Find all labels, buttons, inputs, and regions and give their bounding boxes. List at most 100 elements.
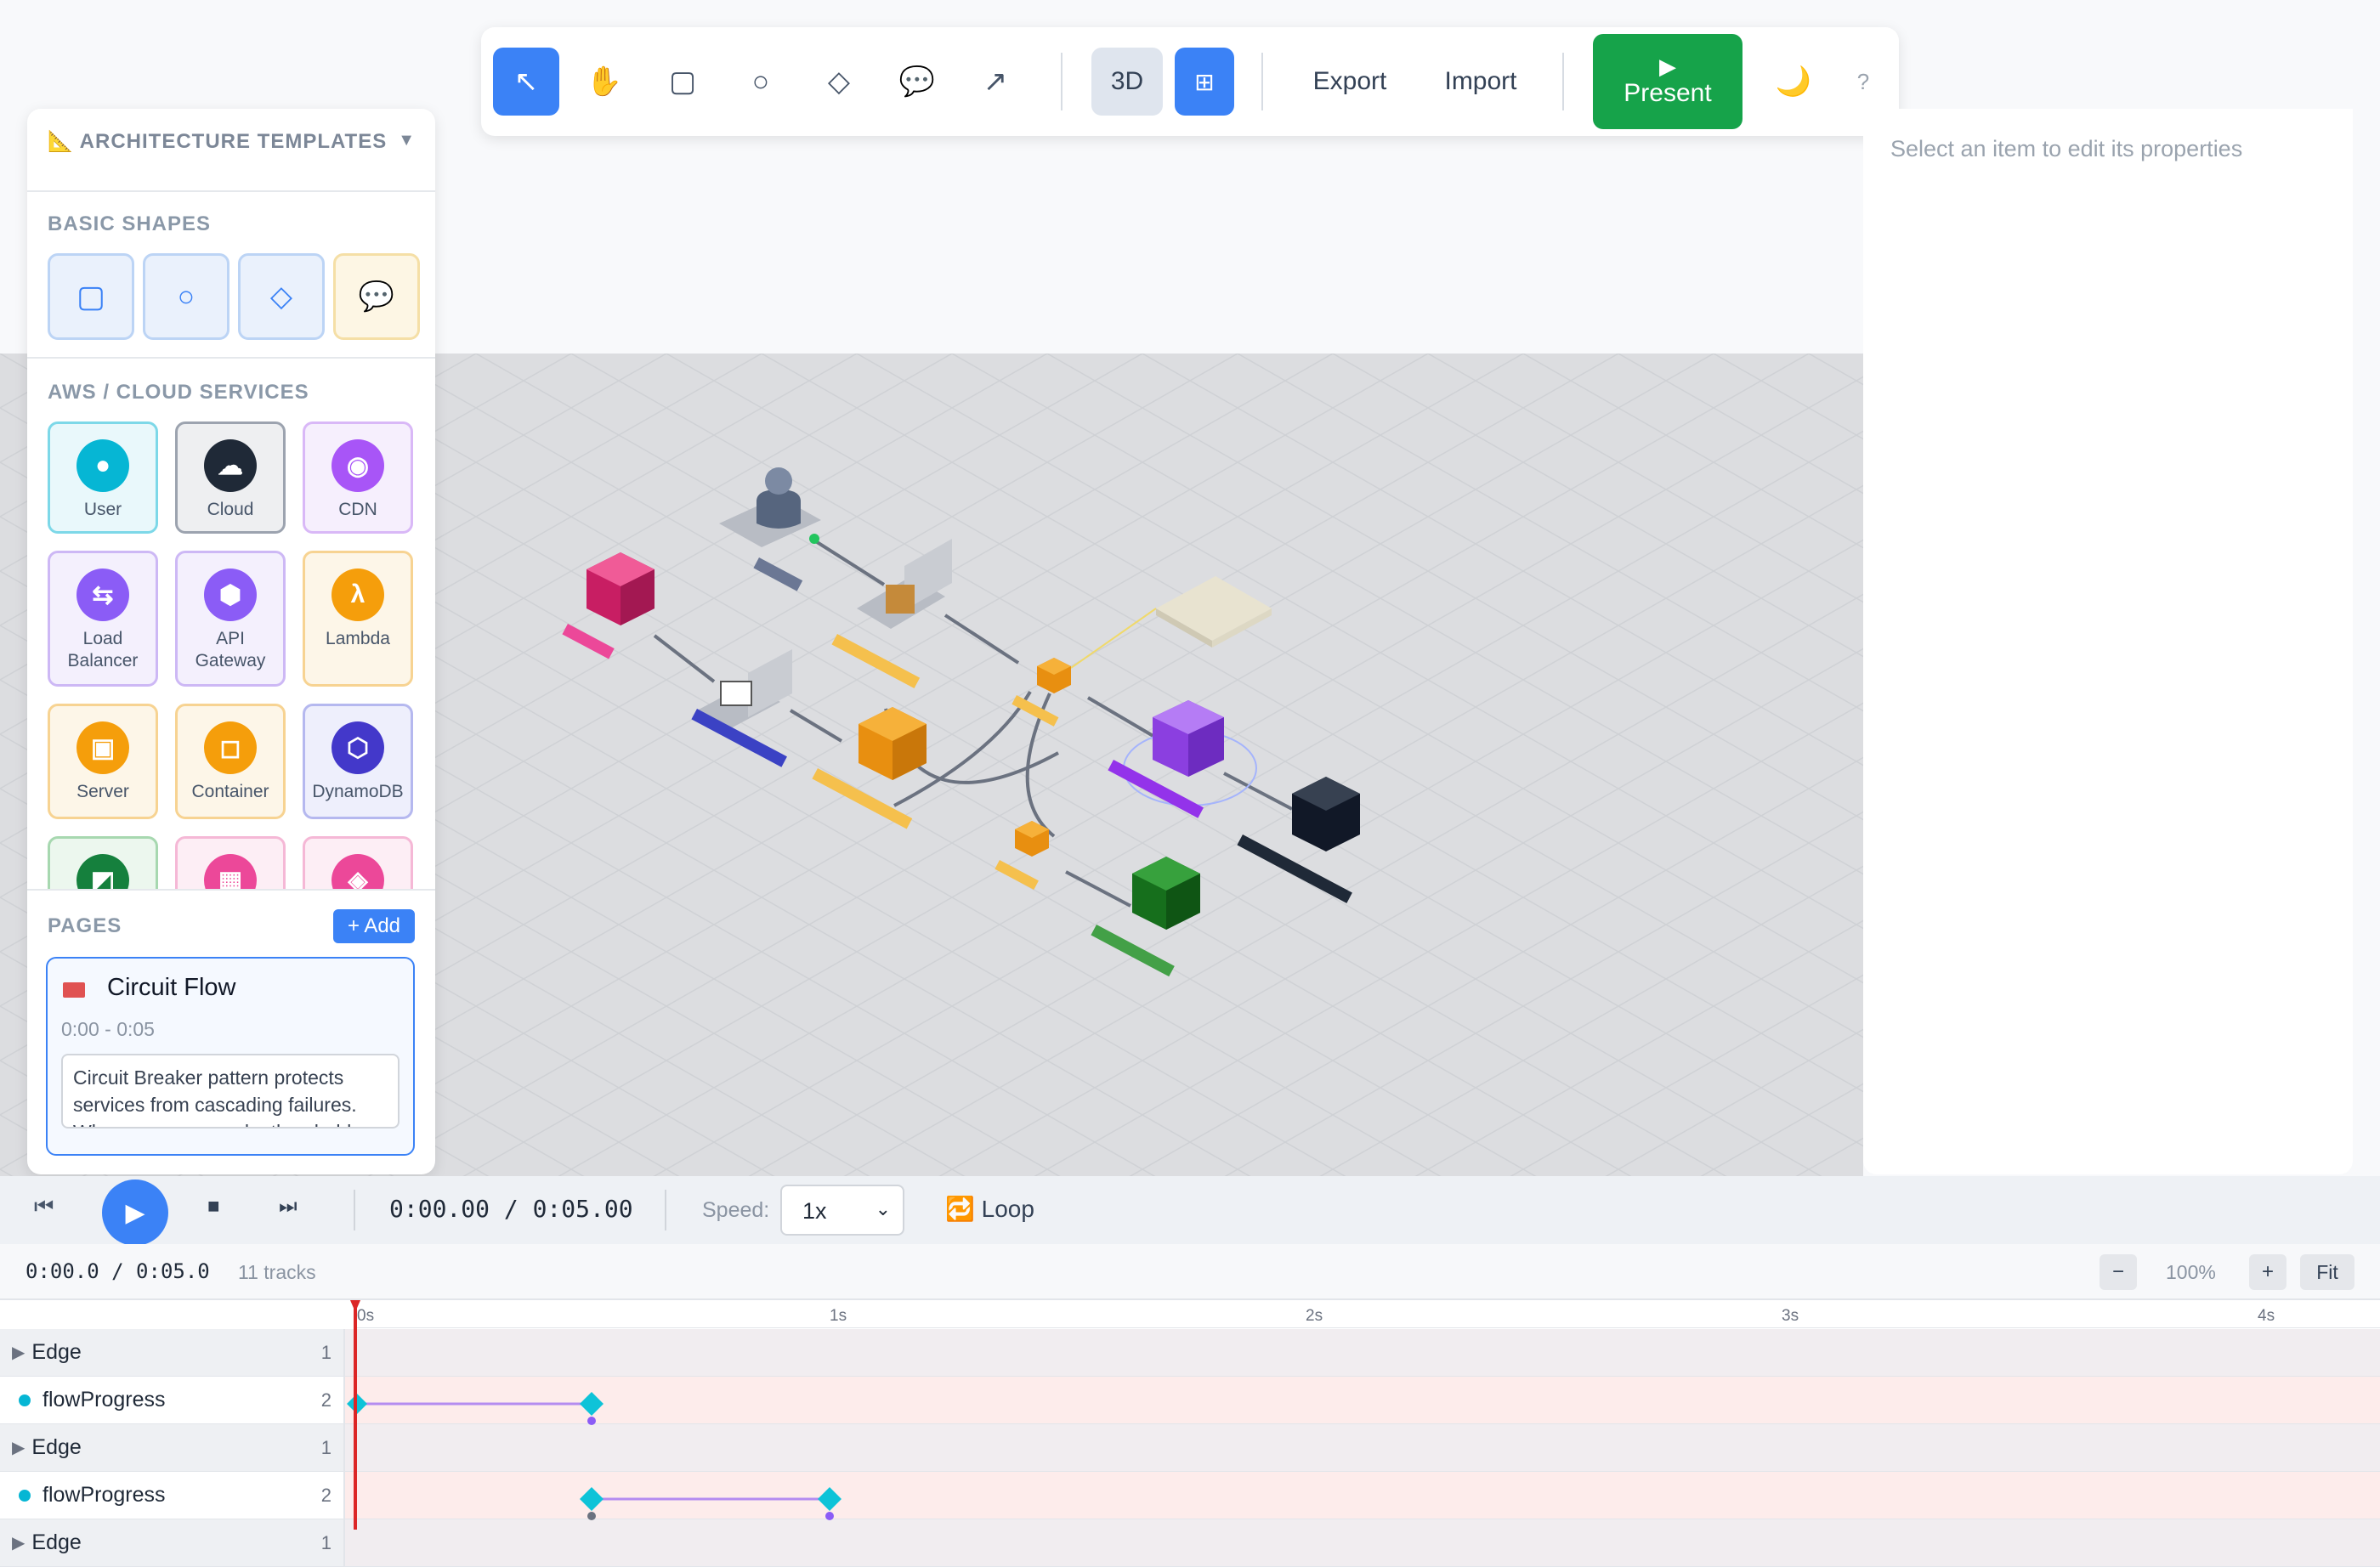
services-grid: ● User ☁ Cloud ◉ CDN ⇆ Load Balancer ⬢ A… [27, 421, 435, 889]
track-count: 11 tracks [238, 1261, 316, 1283]
diamond-tool-button[interactable]: ◇ [806, 48, 872, 116]
basic-shapes-title: BASIC SHAPES [48, 212, 212, 235]
service-diamond[interactable]: ◈ [303, 836, 413, 889]
track-label: ▶ Edge 1 [0, 1424, 345, 1471]
page-description[interactable]: Circuit Breaker pattern protects service… [61, 1054, 400, 1129]
grid-toggle-button[interactable]: ⊞ [1175, 48, 1234, 116]
service-cloud[interactable]: ☁ Cloud [175, 421, 286, 534]
circle-tool-button[interactable]: ○ [728, 48, 794, 116]
load-balancer-icon: ⇆ [76, 569, 129, 621]
container-icon: ◻ [204, 721, 257, 774]
track-keyframe-count: 2 [320, 1484, 332, 1506]
divider [27, 889, 435, 891]
select-tool-button[interactable]: ↖ [493, 48, 559, 116]
property-dot-icon [19, 1394, 31, 1406]
service-label: User [83, 500, 122, 519]
import-button[interactable]: Import [1421, 48, 1540, 116]
present-label: Present [1624, 79, 1712, 107]
service-server[interactable]: ▣ Server [48, 704, 158, 819]
service-storage[interactable]: ◩ [48, 836, 158, 889]
chevron-down-icon: ⌄ [875, 1198, 891, 1219]
basic-shape-comment[interactable]: 💬 [333, 253, 420, 340]
basic-shape-rectangle[interactable]: ▢ [48, 253, 134, 340]
track-name: flowProgress [42, 1388, 166, 1411]
view-3d-button[interactable]: 3D [1091, 48, 1163, 116]
track-row-flow-progress[interactable]: flowProgress 2 [0, 1472, 2380, 1519]
comment-tool-button[interactable]: 💬 [884, 48, 950, 116]
arrow-tool-button[interactable]: ↗ [962, 48, 1028, 116]
track-name: flowProgress [42, 1483, 166, 1507]
add-page-button[interactable]: + Add [333, 909, 415, 943]
speed-select[interactable]: 1x ⌄ [780, 1185, 904, 1236]
lambda-icon: λ [332, 569, 384, 621]
square-icon: ▢ [76, 279, 105, 314]
diamond-filled-icon: ◈ [332, 854, 384, 889]
aws-services-title: AWS / CLOUD SERVICES [48, 381, 309, 404]
track-row-flow-progress[interactable]: flowProgress 2 [0, 1377, 2380, 1424]
cloud-icon: ☁ [204, 439, 257, 492]
export-label: Export [1312, 67, 1387, 95]
track-row-edge[interactable]: ▶ Edge 1 [0, 1329, 2380, 1377]
service-label: Lambda [326, 629, 390, 648]
skip-to-end-button[interactable]: ⏭ [279, 1195, 298, 1219]
play-button[interactable]: ▶ [102, 1179, 168, 1246]
arrow-icon: ↗ [983, 65, 1008, 98]
service-label: Container [191, 782, 269, 801]
dynamodb-icon: ⬡ [332, 721, 384, 774]
ruler-tick-label: 3s [1782, 1307, 1799, 1325]
import-label: Import [1444, 67, 1517, 95]
service-api-gateway[interactable]: ⬢ API Gateway [175, 551, 286, 687]
ruler-tick-label: 2s [1306, 1307, 1323, 1325]
divider [354, 1190, 355, 1230]
basic-shape-circle[interactable]: ○ [143, 253, 230, 340]
templates-header[interactable]: 📐 ARCHITECTURE TEMPLATES ▼ [27, 109, 435, 192]
expand-arrow-icon: ▶ [12, 1439, 26, 1457]
stop-button[interactable]: ■ [207, 1195, 220, 1219]
track-keyframe-count: 1 [320, 1436, 332, 1458]
playback-bar: ⏮ ▶ ■ ⏭ 0:00.00 / 0:05.00 Speed: 1x ⌄ 🔁 … [0, 1176, 2380, 1246]
fit-button[interactable]: Fit [2300, 1254, 2354, 1290]
export-button[interactable]: Export [1290, 48, 1409, 116]
cdn-icon: ◉ [332, 439, 384, 492]
playback-time: 0:00.00 / 0:05.00 [389, 1195, 633, 1223]
service-user[interactable]: ● User [48, 421, 158, 534]
service-dynamodb[interactable]: ⬡ DynamoDB [303, 704, 413, 819]
expand-arrow-icon: ▶ [12, 1344, 26, 1362]
service-lambda[interactable]: λ Lambda [303, 551, 413, 687]
basic-shape-diamond[interactable]: ◇ [238, 253, 325, 340]
timeline-header: 0:00.0 / 0:05.0 11 tracks − 100% + Fit [0, 1244, 2380, 1300]
rectangle-tool-button[interactable]: ▢ [649, 48, 716, 116]
zoom-level: 100% [2166, 1261, 2216, 1283]
page-card[interactable]: Circuit Flow 0:00 - 0:05 Circuit Breaker… [46, 957, 415, 1156]
service-load-balancer[interactable]: ⇆ Load Balancer [48, 551, 158, 687]
service-label: DynamoDB [312, 782, 404, 801]
theme-toggle-button[interactable]: 🌙 [1760, 48, 1828, 116]
grid-dots-icon: ▦ [204, 854, 257, 889]
property-dot-icon [19, 1489, 31, 1502]
hand-tool-button[interactable]: ✋ [571, 48, 638, 116]
zoom-in-button[interactable]: + [2249, 1254, 2286, 1290]
track-row-edge[interactable]: ▶ Edge 1 [0, 1424, 2380, 1472]
help-button[interactable]: ? [1838, 48, 1889, 116]
service-grid[interactable]: ▦ [175, 836, 286, 889]
toolbar-divider [1562, 53, 1564, 110]
pages-title: PAGES [48, 914, 122, 937]
track-keyframe-count: 1 [320, 1531, 332, 1553]
skip-to-start-button[interactable]: ⏮ [34, 1193, 54, 1220]
service-label: CDN [338, 500, 377, 519]
service-container[interactable]: ◻ Container [175, 704, 286, 819]
zoom-out-button[interactable]: − [2100, 1254, 2137, 1290]
ruler-tick-label: 4s [2258, 1307, 2275, 1325]
play-icon: ▶ [1659, 54, 1676, 79]
divider [665, 1190, 666, 1230]
speed-value: 1x [802, 1198, 827, 1224]
track-row-edge[interactable]: ▶ Edge 1 [0, 1519, 2380, 1567]
loop-toggle[interactable]: 🔁 Loop [945, 1195, 1034, 1223]
service-label: Server [76, 782, 129, 801]
timeline-time: 0:00.0 / 0:05.0 [26, 1259, 210, 1283]
properties-panel: Select an item to edit its properties [1863, 109, 2353, 1174]
present-button[interactable]: ▶ Present [1593, 34, 1742, 129]
diamond-icon: ◇ [827, 65, 851, 98]
service-cdn[interactable]: ◉ CDN [303, 421, 413, 534]
speech-bubble-icon: 💬 [898, 65, 936, 98]
